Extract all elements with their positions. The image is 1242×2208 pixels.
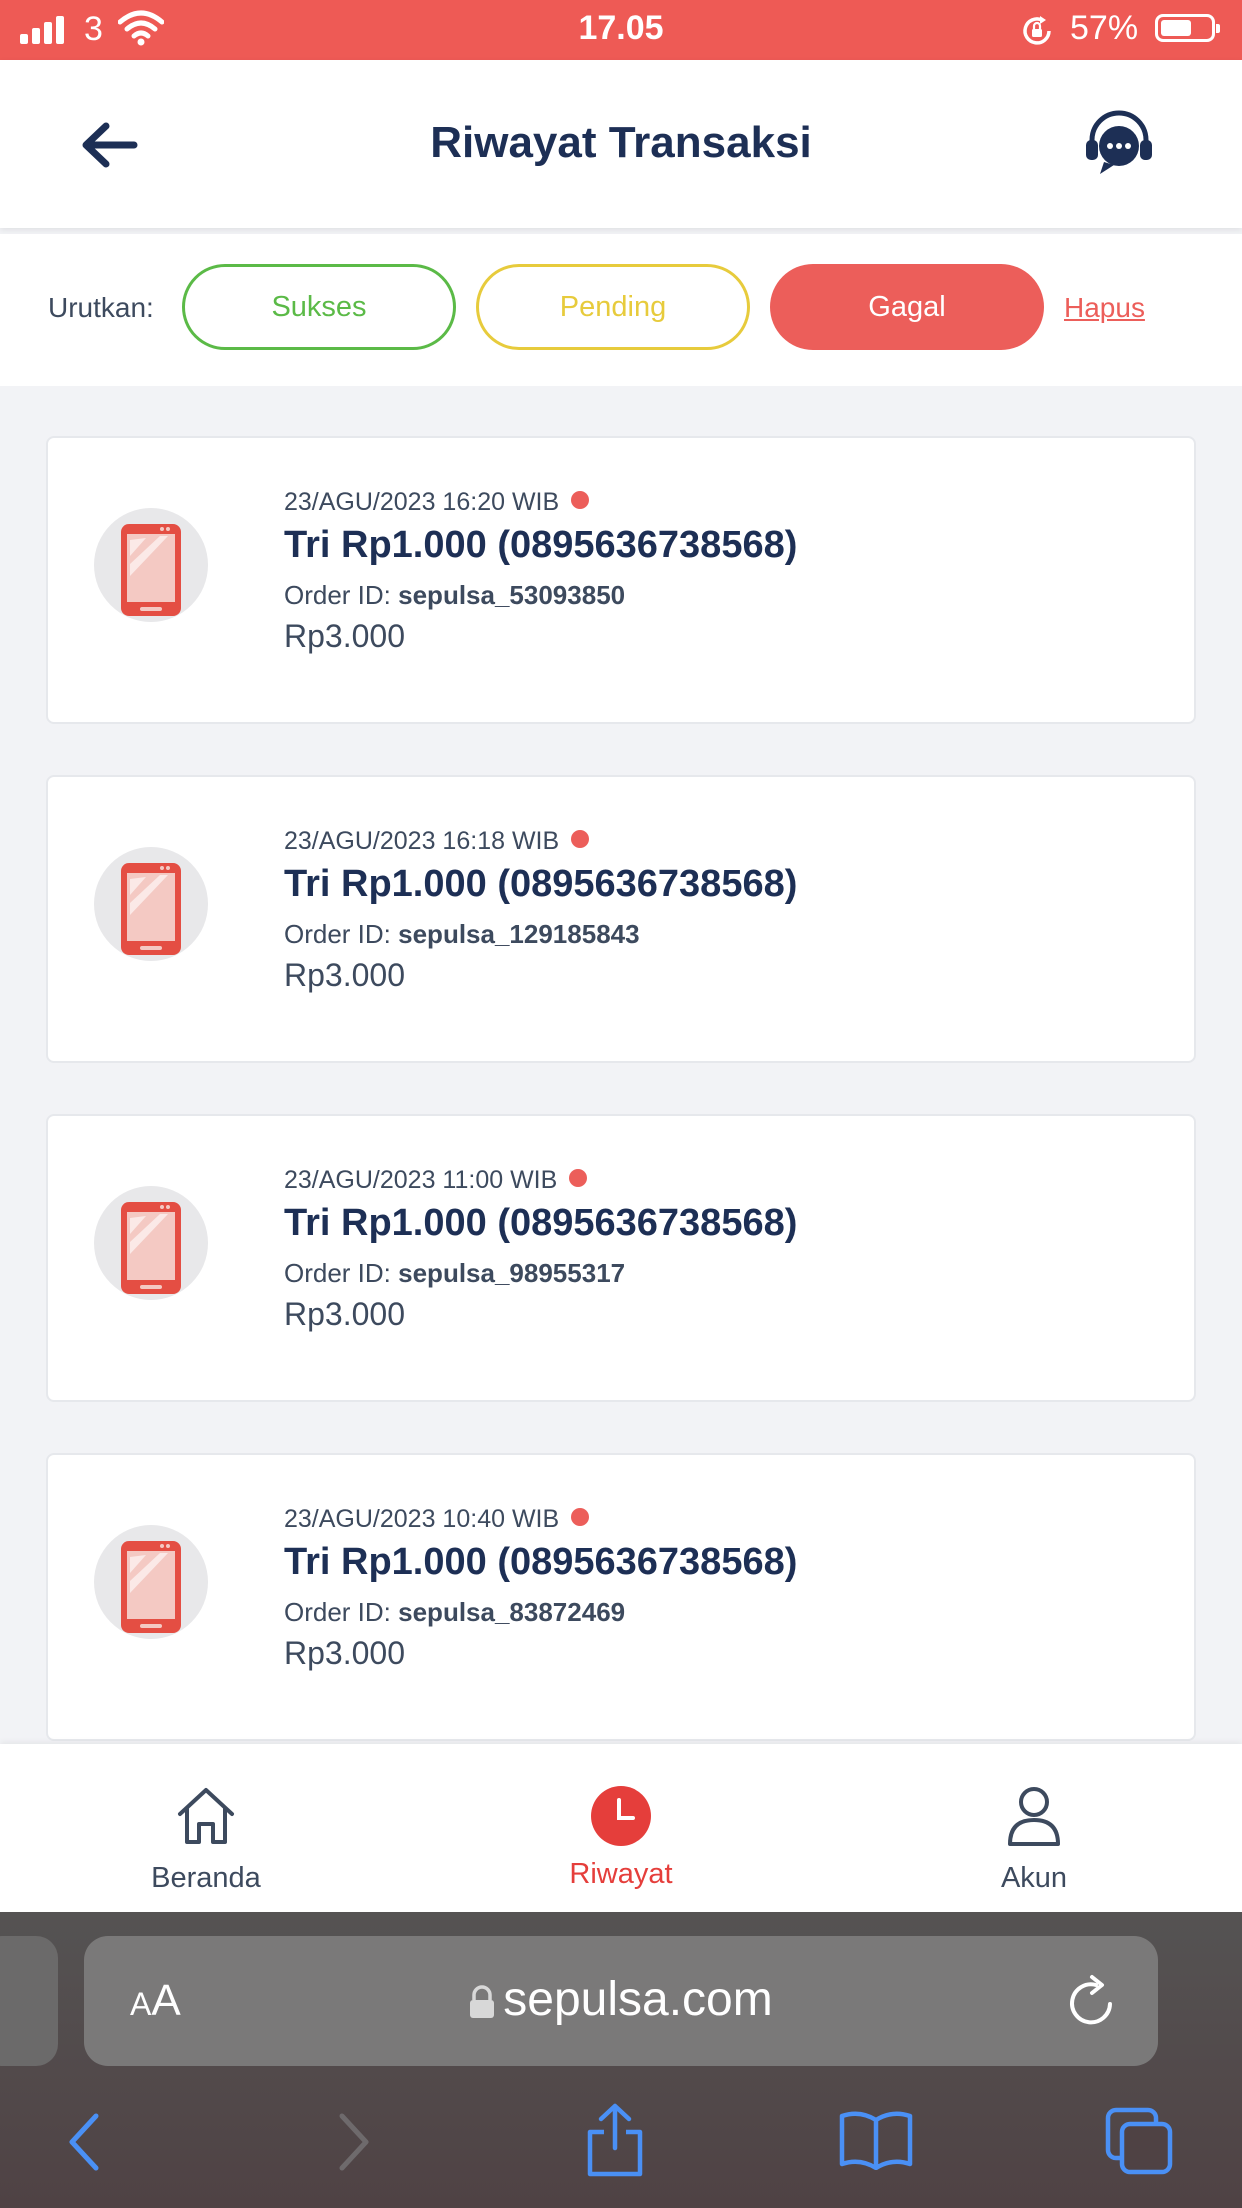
transaction-card[interactable]: 23/AGU/2023 10:40 WIB Tri Rp1.000 (08956… bbox=[46, 1453, 1196, 1741]
nav-beranda[interactable]: Beranda bbox=[56, 1744, 356, 1912]
transaction-card[interactable]: 23/AGU/2023 11:00 WIB Tri Rp1.000 (08956… bbox=[46, 1114, 1196, 1402]
filter-bar: Urutkan: Sukses Pending Gagal Hapus bbox=[0, 234, 1242, 386]
bookmarks-icon[interactable] bbox=[838, 2110, 914, 2170]
phone-icon bbox=[94, 847, 208, 961]
transaction-order-id: Order ID: sepulsa_53093850 bbox=[284, 580, 626, 610]
transaction-date: 23/AGU/2023 10:40 WIB bbox=[284, 1505, 590, 1534]
transaction-product: Tri Rp1.000 (0895636738568) bbox=[284, 1541, 798, 1583]
transaction-product: Tri Rp1.000 (0895636738568) bbox=[284, 1202, 798, 1244]
share-icon[interactable] bbox=[584, 2102, 646, 2178]
clock-icon bbox=[591, 1786, 651, 1846]
transaction-product: Tri Rp1.000 (0895636738568) bbox=[284, 524, 798, 566]
app-header: Riwayat Transaksi bbox=[0, 60, 1242, 228]
status-dot bbox=[571, 1508, 590, 1526]
transaction-price: Rp3.000 bbox=[284, 618, 405, 654]
status-dot bbox=[569, 1169, 588, 1187]
transaction-date: 23/AGU/2023 16:20 WIB bbox=[284, 488, 590, 517]
phone-icon bbox=[94, 1525, 208, 1639]
phone-icon bbox=[94, 1186, 208, 1300]
transaction-date: 23/AGU/2023 16:18 WIB bbox=[284, 827, 590, 856]
bottom-nav: Beranda Riwayat Akun bbox=[0, 1744, 1242, 1912]
nav-akun[interactable]: Akun bbox=[884, 1744, 1184, 1912]
transaction-order-id: Order ID: sepulsa_98955317 bbox=[284, 1258, 626, 1288]
clock: 17.05 bbox=[578, 9, 664, 47]
transaction-order-id: Order ID: sepulsa_83872469 bbox=[284, 1597, 626, 1627]
transaction-order-id: Order ID: sepulsa_129185843 bbox=[284, 919, 640, 949]
filter-pending-button[interactable]: Pending bbox=[476, 264, 750, 350]
status-dot bbox=[571, 491, 590, 509]
url-display[interactable]: sepulsa.com bbox=[84, 1972, 1158, 2027]
filter-sukses-button[interactable]: Sukses bbox=[182, 264, 456, 350]
phone-icon bbox=[94, 508, 208, 622]
transaction-card[interactable]: 23/AGU/2023 16:18 WIB Tri Rp1.000 (08956… bbox=[46, 775, 1196, 1063]
lock-icon bbox=[470, 1985, 495, 2019]
nav-beranda-label: Beranda bbox=[151, 1862, 261, 1894]
status-bar: 3 17.05 57% bbox=[0, 0, 1242, 60]
nav-akun-label: Akun bbox=[1000, 1862, 1068, 1894]
nav-riwayat-label: Riwayat bbox=[569, 1858, 673, 1890]
transaction-price: Rp3.000 bbox=[284, 957, 405, 993]
back-icon[interactable] bbox=[64, 2112, 104, 2172]
sort-label: Urutkan: bbox=[48, 292, 154, 323]
transaction-price: Rp3.000 bbox=[284, 1635, 405, 1671]
status-dot bbox=[571, 830, 590, 848]
page-title: Riwayat Transaksi bbox=[430, 118, 812, 167]
nav-riwayat[interactable]: Riwayat bbox=[471, 1744, 771, 1912]
transaction-price: Rp3.000 bbox=[284, 1296, 405, 1332]
home-icon bbox=[178, 1788, 234, 1844]
rotation-lock-icon bbox=[1023, 16, 1051, 45]
previous-tab[interactable] bbox=[0, 1936, 58, 2066]
reload-icon[interactable] bbox=[1066, 1974, 1118, 2028]
browser-chrome: AA sepulsa.com bbox=[0, 1912, 1242, 2208]
address-bar[interactable]: AA sepulsa.com bbox=[84, 1936, 1158, 2066]
transaction-product: Tri Rp1.000 (0895636738568) bbox=[284, 863, 798, 905]
battery-icon bbox=[1155, 14, 1220, 42]
battery-percent: 57% bbox=[1070, 9, 1139, 47]
customer-service-icon[interactable] bbox=[1082, 110, 1156, 180]
transaction-date: 23/AGU/2023 11:00 WIB bbox=[284, 1166, 588, 1195]
tabs-icon[interactable] bbox=[1104, 2106, 1174, 2176]
user-icon bbox=[1008, 1787, 1060, 1846]
clear-filter-link[interactable]: Hapus bbox=[1064, 292, 1145, 324]
filter-gagal-button[interactable]: Gagal bbox=[770, 264, 1044, 350]
transaction-card[interactable]: 23/AGU/2023 16:20 WIB Tri Rp1.000 (08956… bbox=[46, 436, 1196, 724]
forward-icon[interactable] bbox=[334, 2112, 374, 2172]
